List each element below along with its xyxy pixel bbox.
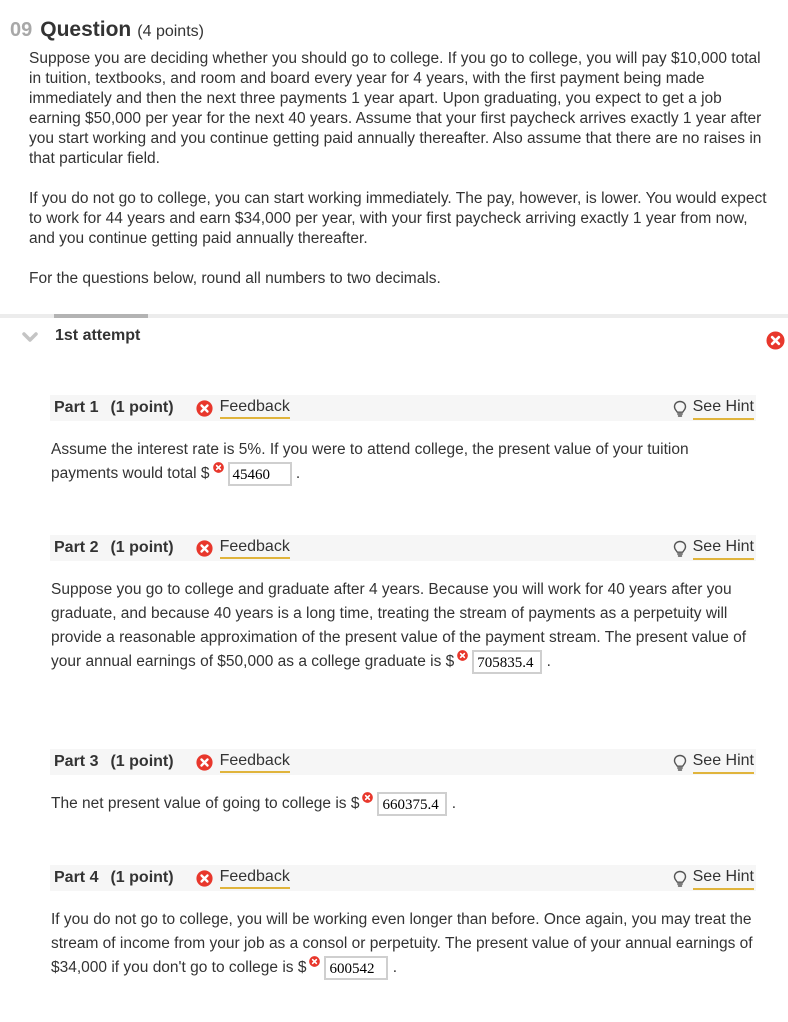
part-prompt: The net present value of going to colleg… [51,795,360,813]
error-circle-icon [195,399,213,417]
part-2: Part 2 (1 point) Feedback See Hint Suppo… [50,535,756,674]
error-circle-icon [212,462,224,473]
part-suffix: . [451,795,457,813]
part-suffix: . [295,465,301,483]
part-prompt: If you do not go to college, you will be… [51,911,753,977]
see-hint-link[interactable]: See Hint [692,751,754,774]
part-4: Part 4 (1 point) Feedback See Hint If yo… [50,865,756,980]
see-hint-link[interactable]: See Hint [692,537,754,560]
part-points: (1 point) [110,869,174,886]
error-circle-icon [195,753,213,771]
part-points: (1 point) [110,399,174,416]
answer-input[interactable]: 660375.4 [377,792,448,816]
part-prompt: Suppose you go to college and graduate a… [51,581,747,671]
error-circle-icon [766,331,785,350]
part-suffix: . [546,653,551,671]
feedback-link[interactable]: Feedback [219,752,290,773]
part-title: Part 2 [54,539,99,556]
error-circle-icon [362,792,374,803]
feedback-link[interactable]: Feedback [219,868,290,889]
part-points: (1 point) [110,753,174,770]
part-title: Part 1 [54,399,99,416]
error-circle-icon [309,956,321,967]
part-title: Part 4 [54,869,99,886]
part-3: Part 3 (1 point) Feedback See Hint The n… [50,749,756,816]
feedback-link[interactable]: Feedback [219,398,290,419]
part-suffix: . [392,959,398,977]
part-body: If you do not go to college, you will be… [50,908,756,980]
lightbulb-icon [673,870,686,887]
attempt-label[interactable]: 1st attempt [55,327,140,345]
answer-input[interactable]: 600542 [324,956,389,980]
question-title: Question [40,18,132,41]
part-1: Part 1 (1 point) Feedback See Hint Assum… [50,395,756,486]
error-circle-icon [195,539,213,557]
see-hint-button[interactable]: See Hint [673,397,754,420]
question-paragraph: Suppose you are deciding whether you sho… [29,50,762,167]
question-paragraph: For the questions below, round all numbe… [29,270,441,287]
part-title: Part 3 [54,753,99,770]
part-header: Part 3 (1 point) Feedback See Hint [50,749,756,775]
error-circle-icon [457,650,469,661]
error-circle-icon [195,869,213,887]
see-hint-link[interactable]: See Hint [692,867,754,890]
part-header: Part 2 (1 point) Feedback See Hint [50,535,756,561]
part-header: Part 1 (1 point) Feedback See Hint [50,395,756,421]
see-hint-button[interactable]: See Hint [673,867,754,890]
question-paragraph: If you do not go to college, you can sta… [29,190,767,247]
part-body: The net present value of going to colleg… [50,792,756,816]
part-body: Suppose you go to college and graduate a… [50,578,756,674]
see-hint-button[interactable]: See Hint [673,537,754,560]
question-header: 09 Question (4 points) [10,18,204,42]
part-prompt: Assume the interest rate is 5%. If you w… [51,441,689,483]
question-number: 09 [10,19,33,41]
lightbulb-icon [673,540,686,557]
chevron-down-icon[interactable] [22,330,38,344]
lightbulb-icon [673,754,686,771]
see-hint-button[interactable]: See Hint [673,751,754,774]
section-divider-accent [54,314,148,318]
part-body: Assume the interest rate is 5%. If you w… [50,438,756,486]
part-header: Part 4 (1 point) Feedback See Hint [50,865,756,891]
see-hint-link[interactable]: See Hint [692,397,754,420]
question-body: Suppose you are deciding whether you sho… [29,49,769,309]
answer-input[interactable]: 705835.4 [472,650,543,674]
answer-input[interactable]: 45460 [227,462,292,486]
part-points: (1 point) [110,539,174,556]
question-points: (4 points) [137,23,204,40]
feedback-link[interactable]: Feedback [219,538,290,559]
lightbulb-icon [673,400,686,417]
